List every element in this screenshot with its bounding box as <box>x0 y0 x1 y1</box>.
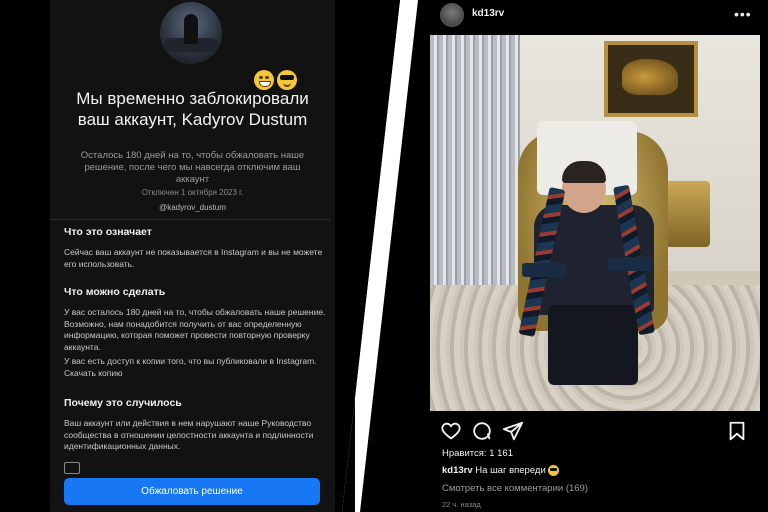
heart-icon[interactable] <box>440 420 462 442</box>
view-comments-link[interactable]: Смотреть все комментарии (169) <box>442 483 588 494</box>
blocked-subtitle: Осталось 180 дней на то, чтобы обжаловат… <box>80 150 305 185</box>
checkbox-label-obscured <box>84 462 284 470</box>
download-copy-link[interactable]: Скачать копию <box>64 368 123 378</box>
grinning-face-icon <box>254 70 274 90</box>
side-table <box>666 181 710 247</box>
blocked-title: Мы временно заблокировали ваш аккаунт, K… <box>76 89 309 129</box>
comment-icon[interactable] <box>471 420 493 442</box>
section-text-copy: У вас есть доступ к копии того, что вы п… <box>64 356 326 379</box>
bookmark-icon[interactable] <box>726 420 748 442</box>
sunglasses-face-icon <box>277 70 297 90</box>
section-heading-actions: Что можно сделать <box>64 286 166 298</box>
disabled-date: Отключен 1 октября 2023 г. <box>141 188 244 197</box>
profile-avatar <box>160 2 222 64</box>
lion-painting <box>604 41 698 117</box>
section-text-meaning: Сейчас ваш аккаунт не показывается в Ins… <box>64 247 323 269</box>
post-author-avatar[interactable] <box>440 3 464 27</box>
post-caption: kd13rv На шаг впереди <box>442 465 559 476</box>
section-heading-why: Почему это случилось <box>64 397 182 409</box>
share-icon[interactable] <box>502 420 524 442</box>
divider <box>50 219 330 220</box>
sunglasses-face-icon <box>547 465 559 476</box>
account-handle: @kadyrov_dustum <box>159 203 226 212</box>
post-author-username[interactable]: kd13rv <box>472 8 504 19</box>
more-horizontal-icon[interactable]: ••• <box>734 6 752 22</box>
section-text-actions: У вас осталось 180 дней на то, чтобы обж… <box>64 307 326 352</box>
like-count[interactable]: Нравится: 1 161 <box>442 448 513 459</box>
post-timestamp: 22 ч. назад <box>442 500 481 509</box>
section-heading-meaning: Что это означает <box>64 226 152 238</box>
copy-access-text: У вас есть доступ к копии того, что вы п… <box>64 356 317 366</box>
section-text-why: Ваш аккаунт или действия в нем нарушают … <box>64 418 314 451</box>
checkbox[interactable] <box>64 462 80 474</box>
mirror-pillar <box>430 35 520 285</box>
caption-text: На шаг впереди <box>475 465 546 477</box>
post-photo[interactable] <box>430 35 760 411</box>
caption-username[interactable]: kd13rv <box>442 465 473 476</box>
appeal-button[interactable]: Обжаловать решение <box>64 478 320 505</box>
